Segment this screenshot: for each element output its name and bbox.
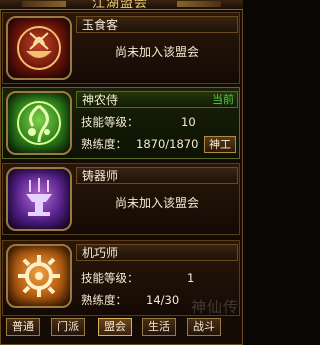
- category-tabs: 普通 门派 盟会 生活 战斗: [2, 318, 241, 340]
- skill-level-label: 技能等级：: [81, 115, 139, 129]
- guild-name-bar: 机巧师: [76, 244, 238, 261]
- skill-level-value: 10: [181, 115, 196, 129]
- anvil-icon: [6, 167, 72, 231]
- tab-sect[interactable]: 门派: [51, 318, 85, 336]
- guild-name: 神农侍: [82, 93, 119, 107]
- tab-life[interactable]: 生活: [142, 318, 176, 336]
- proficiency-label: 熟练度：: [81, 293, 127, 307]
- guild-name-bar: 神农侍 当前: [76, 91, 238, 108]
- guild-name-bar: 玉食客: [76, 16, 238, 33]
- proficiency-label: 熟练度：: [81, 137, 127, 151]
- bowl-icon: [6, 16, 72, 80]
- guild-name: 铸器师: [82, 169, 119, 183]
- panel-header: 江湖盟会: [0, 0, 243, 10]
- guild-card-shennongshi[interactable]: 神农侍 当前 技能等级： 10 熟练度： 1870/1870 神工: [2, 87, 240, 159]
- header-ornament-left: [22, 1, 66, 7]
- proficiency-value: 1870/1870: [136, 137, 199, 151]
- guild-name: 玉食客: [82, 18, 119, 32]
- guild-status: 尚未加入该盟会: [114, 196, 199, 210]
- gear-icon: [6, 244, 72, 308]
- herb-icon: [6, 91, 72, 155]
- skill-level-label: 技能等级：: [81, 271, 139, 285]
- tab-combat[interactable]: 战斗: [187, 318, 221, 336]
- tab-normal[interactable]: 普通: [6, 318, 40, 336]
- skill-level-value: 1: [187, 271, 195, 285]
- proficiency-value: 14/30: [146, 293, 180, 307]
- guild-name-bar: 铸器师: [76, 167, 238, 184]
- guild-card-zhuqishi[interactable]: 铸器师 尚未加入该盟会: [2, 163, 240, 235]
- divine-craft-button[interactable]: 神工: [204, 136, 236, 153]
- watermark: 神仙传: [190, 298, 239, 316]
- guild-card-yushike[interactable]: 玉食客 尚未加入该盟会: [2, 12, 240, 84]
- guild-status: 尚未加入该盟会: [114, 45, 199, 59]
- header-ornament-right: [177, 1, 221, 7]
- tab-guild[interactable]: 盟会: [98, 318, 132, 336]
- current-badge: 当前: [212, 93, 234, 106]
- guild-name: 机巧师: [82, 246, 119, 260]
- panel-title: 江湖盟会: [91, 0, 148, 8]
